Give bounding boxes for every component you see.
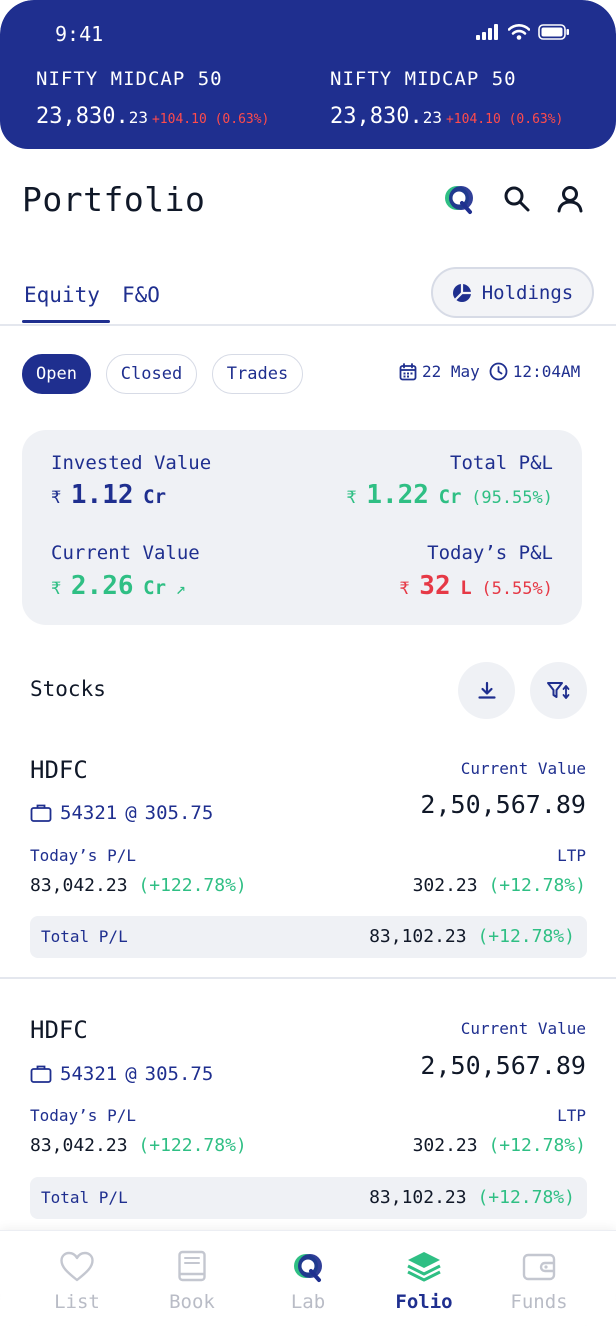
nav-lab[interactable]: Lab (250, 1231, 366, 1326)
nav-book[interactable]: Book (134, 1231, 250, 1326)
stock-card[interactable]: HDFC Current Value 54321 @ 305.75 2,50,5… (0, 1000, 616, 1230)
stock-card[interactable]: HDFC Current Value 54321 @ 305.75 2,50,5… (0, 740, 616, 970)
current-value-label: Current Value (51, 542, 200, 564)
arrow-up-right-icon: ↗ (175, 579, 186, 599)
user-icon[interactable] (553, 182, 587, 216)
status-time: 9:41 (55, 22, 104, 46)
q-logo-icon (294, 1254, 322, 1282)
wallet-icon (522, 1253, 556, 1281)
holdings-label: Holdings (481, 281, 574, 304)
total-pl-bar: Total P/L 83,102.23 (+12.78%) (30, 916, 587, 958)
q-logo-icon[interactable] (442, 182, 476, 216)
current-value: 2,50,567.89 (420, 790, 586, 819)
ltp-value: 302.23 (+12.78%) (412, 875, 586, 896)
filter-open[interactable]: Open (22, 354, 91, 394)
current-value-label: Current Value (460, 1019, 586, 1038)
ticker-price: 23,830.23 +104.10 (0.63%) (330, 104, 564, 129)
ltp-value: 302.23 (+12.78%) (412, 1135, 586, 1156)
ltp-label: LTP (557, 846, 586, 865)
stock-quantity: 54321 @ 305.75 (30, 802, 213, 824)
todays-pl-label: Today’s P&L (427, 542, 553, 564)
portfolio-summary-card: Invested Value ₹ 1.12 Cr Total P&L ₹ 1.2… (22, 430, 582, 625)
stocks-section-title: Stocks (30, 677, 106, 701)
ticker-change: +104.10 (0.63%) (151, 112, 270, 127)
ticker-change: +104.10 (0.63%) (445, 112, 564, 127)
page-title: Portfolio (22, 180, 206, 219)
invested-value-label: Invested Value (51, 452, 212, 474)
tab-equity[interactable]: Equity (24, 283, 100, 307)
total-pl-value: 83,102.23 (+12.78%) (369, 926, 575, 947)
app-frame: 9:41 NIFTY MIDCAP 50 23,830.23 +104.10 (… (0, 0, 616, 1326)
calendar-icon (399, 362, 417, 380)
signal-icon (476, 24, 498, 40)
filter-closed[interactable]: Closed (106, 354, 197, 394)
current-value: 2,50,567.89 (420, 1051, 586, 1080)
nav-list[interactable]: List (19, 1231, 135, 1326)
tab-divider (0, 324, 616, 326)
book-icon (178, 1250, 206, 1282)
stock-quantity: 54321 @ 305.75 (30, 1063, 213, 1085)
current-value[interactable]: ₹ 2.26 Cr ↗ (51, 571, 186, 601)
stock-divider (0, 977, 616, 979)
total-pl-label: Total P/L (41, 927, 128, 946)
todays-pl-label: Today’s P/L (30, 846, 136, 865)
nav-funds[interactable]: Funds (481, 1231, 597, 1326)
total-pl-value: ₹ 1.22 Cr (95.55%) (346, 480, 553, 510)
download-button[interactable] (458, 662, 515, 719)
active-tab-indicator (22, 320, 110, 323)
date-time-display[interactable]: 22 May 12:04AM (399, 362, 580, 381)
wifi-icon (508, 24, 530, 40)
stock-symbol: HDFC (30, 1016, 88, 1044)
bottom-navigation: List Book Lab Folio Funds (0, 1230, 616, 1326)
tab-fno[interactable]: F&O (122, 283, 160, 307)
total-pl-label: Total P/L (41, 1188, 128, 1207)
ticker-name: NIFTY MIDCAP 50 (330, 68, 517, 90)
todays-pl-label: Today’s P/L (30, 1106, 136, 1125)
download-icon (477, 681, 496, 699)
filter-trades[interactable]: Trades (212, 354, 303, 394)
market-ticker-header: 9:41 NIFTY MIDCAP 50 23,830.23 +104.10 (… (0, 0, 616, 149)
briefcase-icon (30, 804, 52, 822)
todays-pl-value: ₹ 32 L (5.55%) (399, 571, 553, 601)
status-icons (476, 24, 570, 40)
ticker-price: 23,830.23 +104.10 (0.63%) (36, 104, 270, 129)
ticker-1[interactable]: NIFTY MIDCAP 50 23,830.23 +104.10 (0.63%) (36, 68, 269, 129)
search-icon[interactable] (500, 182, 534, 216)
battery-icon (538, 24, 569, 40)
layers-icon (407, 1252, 441, 1282)
todays-pl-value: 83,042.23 (+122.78%) (30, 875, 247, 896)
total-pl-value: 83,102.23 (+12.78%) (369, 1187, 575, 1208)
filter-sort-icon (546, 681, 569, 699)
clock-icon (489, 362, 508, 381)
current-value-label: Current Value (460, 759, 586, 778)
stock-symbol: HDFC (30, 756, 88, 784)
nav-folio[interactable]: Folio (366, 1231, 482, 1326)
invested-value: ₹ 1.12 Cr (51, 480, 167, 510)
total-pl-label: Total P&L (450, 452, 553, 474)
briefcase-icon (30, 1065, 52, 1083)
holdings-button[interactable]: Holdings (431, 267, 594, 318)
heart-icon (60, 1251, 94, 1282)
time-text: 12:04AM (512, 362, 581, 381)
ticker-name: NIFTY MIDCAP 50 (36, 68, 223, 90)
ltp-label: LTP (557, 1106, 586, 1125)
total-pl-bar: Total P/L 83,102.23 (+12.78%) (30, 1177, 587, 1219)
date-text: 22 May (422, 362, 480, 381)
pie-chart-icon (452, 283, 471, 302)
filter-sort-button[interactable] (530, 662, 587, 719)
ticker-2[interactable]: NIFTY MIDCAP 50 23,830.23 +104.10 (0.63%) (330, 68, 563, 129)
todays-pl-value: 83,042.23 (+122.78%) (30, 1135, 247, 1156)
